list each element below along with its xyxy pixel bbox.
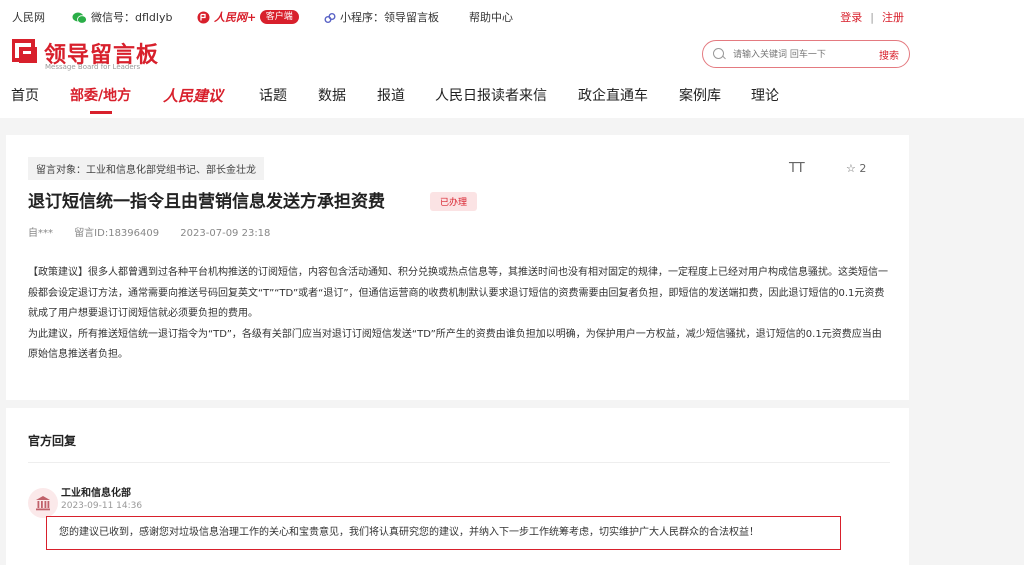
miniprogram-label: 小程序：领导留言板 (340, 11, 439, 24)
nav-home[interactable]: 首页 (11, 85, 39, 105)
message-title: 退订短信统一指令且由营销信息发送方承担资费 (28, 192, 385, 212)
favorite-button[interactable]: ☆ 2 (846, 162, 866, 175)
search-box: 搜索 (702, 40, 910, 68)
nav-cases[interactable]: 案例库 (679, 85, 721, 105)
client-item[interactable]: 人民网+ 客户端 (197, 9, 299, 25)
nav-enterprise[interactable]: 政企直通车 (578, 85, 648, 105)
government-building-icon (28, 488, 58, 518)
message-target: 留言对象：工业和信息化部党组书记、部长金壮龙 (28, 157, 264, 180)
site-link[interactable]: 人民网 (12, 9, 45, 25)
help-link[interactable]: 帮助中心 (469, 9, 513, 25)
font-size-icon[interactable]: TT (789, 161, 805, 176)
message-body: 【政策建议】很多人都曾遇到过各种平台机构推送的订阅短信，内容包含活动通知、积分兑… (28, 263, 890, 366)
logo-subtitle: Message Board for Leaders (45, 63, 141, 71)
wechat-label: 微信号：dfldlyb (91, 11, 173, 24)
login-link[interactable]: 登录 (840, 11, 862, 24)
nav-data[interactable]: 数据 (318, 85, 346, 105)
auth-separator: | (870, 11, 874, 24)
wechat-item[interactable]: 微信号：dfldlyb (72, 9, 172, 25)
star-icon: ☆ (846, 162, 856, 175)
search-icon (713, 48, 724, 59)
reply-time: 2023-09-11 14:36 (61, 501, 143, 511)
nav-people-suggestion[interactable]: 人民建议 (163, 85, 223, 106)
nav-topics[interactable]: 话题 (259, 85, 287, 105)
message-time: 2023-07-09 23:18 (180, 228, 271, 239)
divider (28, 462, 890, 463)
search-input[interactable] (731, 46, 863, 64)
main-nav: 首页 部委/地方 人民建议 话题 数据 报道 人民日报读者来信 政企直通车 案例… (0, 84, 1024, 118)
status-badge: 已办理 (430, 192, 478, 211)
header: 领导留言板 Message Board for Leaders 搜索 首页 部委… (0, 32, 1024, 118)
reply-department: 工业和信息化部 (61, 488, 131, 499)
people-app-icon (197, 11, 210, 23)
client-badge: 客户端 (259, 10, 299, 24)
nav-theory[interactable]: 理论 (751, 85, 779, 105)
message-paragraph: 【政策建议】很多人都曾遇到过各种平台机构推送的订阅短信，内容包含活动通知、积分兑… (28, 267, 888, 319)
reply-heading: 官方回复 (28, 434, 77, 448)
miniprogram-item[interactable]: 小程序：领导留言板 (324, 9, 439, 25)
miniprogram-icon (324, 13, 336, 23)
message-paragraph: 为此建议，所有推送短信统一退订指令为“TD”，各级有关部门应当对退订订阅短信发送… (28, 328, 882, 361)
client-logo: 人民网+ (214, 11, 257, 24)
message-card: 留言对象：工业和信息化部党组书记、部长金壮龙 TT ☆ 2 退订短信统一指令且由… (6, 135, 909, 400)
message-meta: 自*** 留言ID:18396409 2023-07-09 23:18 (28, 224, 288, 239)
reply-card: 官方回复 工业和信息化部 2023-09-11 14:36 您的建议已收到，感谢… (6, 408, 909, 565)
nav-ministries[interactable]: 部委/地方 (70, 85, 131, 114)
top-bar: 人民网 微信号：dfldlyb 人民网+ 客户端 小程序：领导留言板 帮助中心 … (0, 0, 1024, 33)
message-author: 自*** (28, 228, 53, 239)
register-link[interactable]: 注册 (882, 11, 904, 24)
nav-reader-letters[interactable]: 人民日报读者来信 (435, 85, 547, 105)
search-button[interactable]: 搜索 (879, 47, 899, 62)
nav-reports[interactable]: 报道 (377, 85, 405, 105)
star-count: 2 (859, 162, 867, 175)
reply-content: 您的建议已收到，感谢您对垃圾信息治理工作的关心和宝贵意见，我们将认真研究您的建议… (46, 516, 841, 550)
wechat-icon (72, 12, 87, 24)
message-id: 留言ID:18396409 (74, 228, 160, 239)
logo-mark-icon (12, 39, 37, 63)
auth-links: 登录 | 注册 (840, 9, 904, 25)
